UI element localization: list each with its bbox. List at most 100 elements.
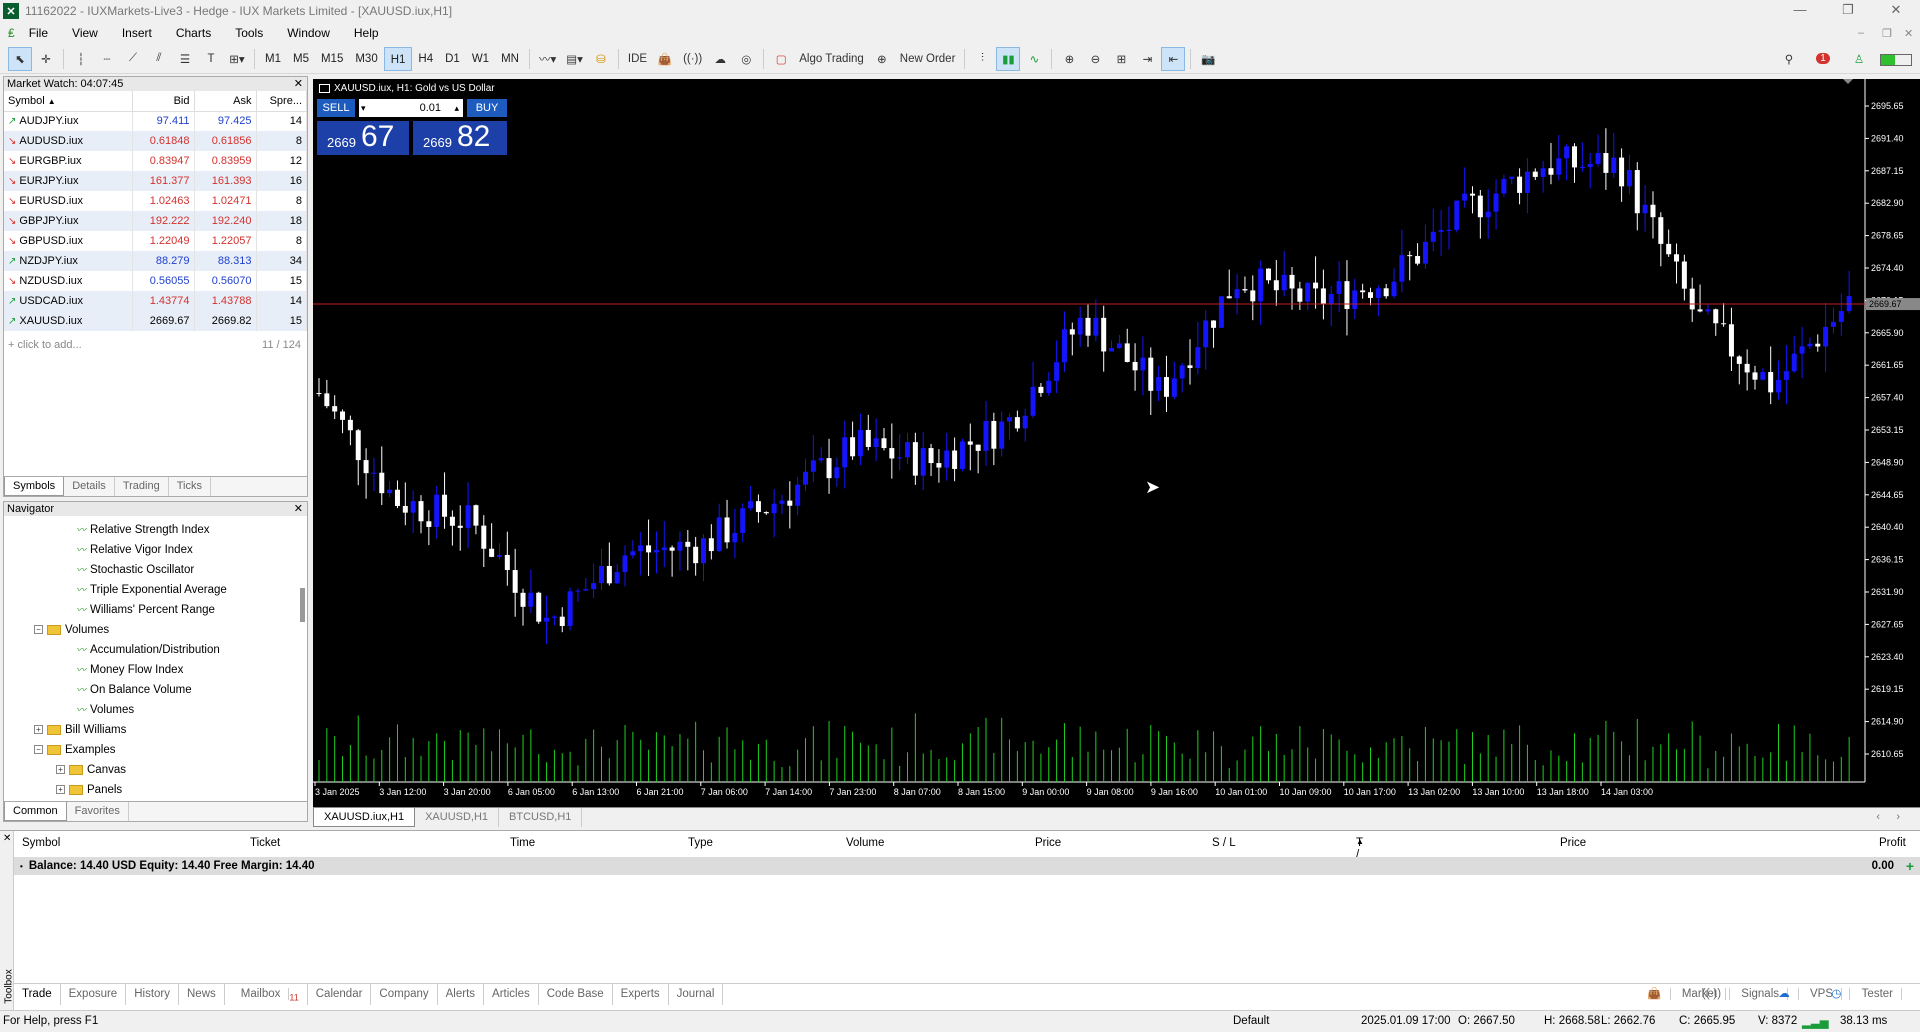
navigator-item[interactable]: + Canvas [4,760,294,780]
market-watch-row[interactable]: ↗ USDCAD.iux 1.43774 1.43788 14 [4,291,307,311]
menu-window[interactable]: Window [275,22,342,44]
navigator-item[interactable]: 〰 Williams' Percent Range [4,600,294,620]
menu-tools[interactable]: Tools [223,22,275,44]
tab-symbols[interactable]: Symbols [4,477,65,496]
tab-company[interactable]: Company [371,984,438,1005]
tab-exposure[interactable]: Exposure [61,984,127,1005]
market-bag-icon[interactable]: 👜 [653,47,677,71]
expand-icon[interactable]: + [56,785,65,795]
market-watch-row[interactable]: ↘ GBPUSD.iux 1.22049 1.22057 8 [4,231,307,251]
autoscroll-icon[interactable]: ⇤ [1161,46,1186,71]
collapse-icon[interactable]: − [34,745,43,755]
coin-icon[interactable]: ⛁ [589,47,613,71]
col-profit[interactable]: Profit [1879,837,1906,849]
column-header-spread[interactable]: Spre... [256,91,307,112]
lot-increase-icon[interactable]: ▴ [454,99,459,117]
channel-icon[interactable]: ⫽ [147,47,171,71]
app-menu-icon[interactable]: ₤ [8,26,15,40]
timeframe-w1[interactable]: W1 [466,47,495,71]
lot-size-input[interactable]: ▾ 0.01 ▴ [359,99,463,117]
tab-favorites[interactable]: Favorites [67,802,129,821]
candlestick-chart-icon[interactable]: ▮▮ [996,46,1021,71]
mdi-close-button[interactable]: ✕ [1904,27,1913,40]
signals-icon[interactable]: ((·)) [679,47,706,71]
zoom-out-icon[interactable]: ⊖ [1083,47,1107,71]
community-icon[interactable]: ◎ [734,47,758,71]
tile-windows-icon[interactable]: ⊞ [1109,47,1133,71]
navigator-item[interactable]: 〰 Triple Exponential Average [4,580,294,600]
timeframe-m1[interactable]: M1 [259,47,287,71]
tab-mailbox[interactable]: Mailbox 11 [225,984,308,1005]
tab-calendar[interactable]: Calendar [308,984,372,1005]
navigator-item[interactable]: 〰 Volumes [4,700,294,720]
tab-experts[interactable]: Experts [613,984,669,1005]
bar-chart-icon[interactable]: ⫶ [970,47,994,71]
collapse-icon[interactable]: − [34,625,43,635]
line-chart-icon[interactable]: ∿ [1022,47,1046,71]
menu-view[interactable]: View [60,22,110,44]
timeframe-m15[interactable]: M15 [315,47,349,71]
market-watch-row[interactable]: ↗ AUDJPY.iux 97.411 97.425 14 [4,111,307,131]
timeframe-m5[interactable]: M5 [287,47,315,71]
col-type[interactable]: Type [688,837,713,849]
fibonacci-icon[interactable]: ☰ [173,47,197,71]
navigator-item[interactable]: 〰 Accumulation/Distribution [4,640,294,660]
vertical-line-icon[interactable]: ┆ [69,47,93,71]
vps-cloud-icon[interactable]: ☁ [708,47,732,71]
column-header-bid[interactable]: Bid [132,91,195,112]
close-icon[interactable]: ✕ [294,77,303,91]
col-price[interactable]: Price [1035,837,1061,849]
close-icon[interactable]: ✕ [3,833,11,844]
market-watch-row[interactable]: ↘ EURGBP.iux 0.83947 0.83959 12 [4,151,307,171]
tab-ticks[interactable]: Ticks [169,477,211,496]
col-sl[interactable]: S / L [1212,837,1236,849]
candlestick-chart[interactable]: 2695.65 2691.40 2687.15 2682.90 2678.65 2674.… [313,79,1920,807]
market-watch-row[interactable]: ↘ NZDUSD.iux 0.56055 0.56070 15 [4,271,307,291]
sell-price-box[interactable]: 2669 67 [317,120,409,155]
algo-trading-button[interactable]: Algo Trading [795,47,868,71]
timeframe-d1[interactable]: D1 [439,47,466,71]
crosshair-icon[interactable]: ✛ [34,47,58,71]
menu-file[interactable]: File [17,22,60,44]
ide-button[interactable]: IDE [624,47,651,71]
tab-btcusd-h1[interactable]: BTCUSD,H1 [499,808,583,827]
new-order-button[interactable]: New Order [896,47,960,71]
col-time[interactable]: Time [510,837,535,849]
chart-shift-icon[interactable]: ⇥ [1135,47,1159,71]
navigator-item[interactable]: 〰 Stochastic Oscillator [4,560,294,580]
new-order-icon[interactable]: ⊕ [870,47,894,71]
tab-journal[interactable]: Journal [669,984,724,1005]
market-watch-row[interactable]: ↘ EURJPY.iux 161.377 161.393 16 [4,171,307,191]
navigator-item[interactable]: 〰 On Balance Volume [4,680,294,700]
menu-insert[interactable]: Insert [110,22,164,44]
tab-news[interactable]: News [179,984,225,1005]
horizontal-line-icon[interactable]: ┄ [95,47,119,71]
tab-trade[interactable]: Trade [14,984,61,1005]
close-button[interactable]: ✕ [1876,2,1916,20]
search-icon[interactable]: ⚲ [1777,47,1801,71]
text-tool-icon[interactable]: T [199,47,223,71]
mdi-minimize-button[interactable]: – [1858,27,1864,39]
zoom-in-icon[interactable]: ⊕ [1057,47,1081,71]
navigator-scrollbar[interactable] [300,588,305,622]
minimize-button[interactable]: — [1780,2,1820,20]
shapes-icon[interactable]: ⊞▾ [225,47,249,71]
trendline-icon[interactable]: ⟋ [121,47,145,71]
tester-button[interactable]: ◷ Tester [1815,984,1910,1004]
add-symbol-row[interactable]: + click to add... 11 / 124 [4,335,307,355]
timeframe-m30[interactable]: M30 [349,47,383,71]
tab-articles[interactable]: Articles [484,984,539,1005]
market-watch-row[interactable]: ↗ XAUUSD.iux 2669.67 2669.82 15 [4,311,307,331]
lot-decrease-icon[interactable]: ▾ [361,99,366,117]
sell-button[interactable]: SELL [317,99,355,117]
timeframe-h1[interactable]: H1 [383,46,413,71]
menu-charts[interactable]: Charts [164,22,223,44]
tab-trading[interactable]: Trading [115,477,169,496]
col-ticket[interactable]: Ticket [250,837,280,849]
tab-common[interactable]: Common [4,802,67,821]
navigator-item[interactable]: − Volumes [4,620,294,640]
tabs-scroll-right-icon[interactable]: › [1886,808,1910,826]
notifications-icon[interactable]: 1 [1811,47,1835,71]
col-symbol[interactable]: Symbol [22,837,60,849]
timeframe-mn[interactable]: MN [495,47,525,71]
